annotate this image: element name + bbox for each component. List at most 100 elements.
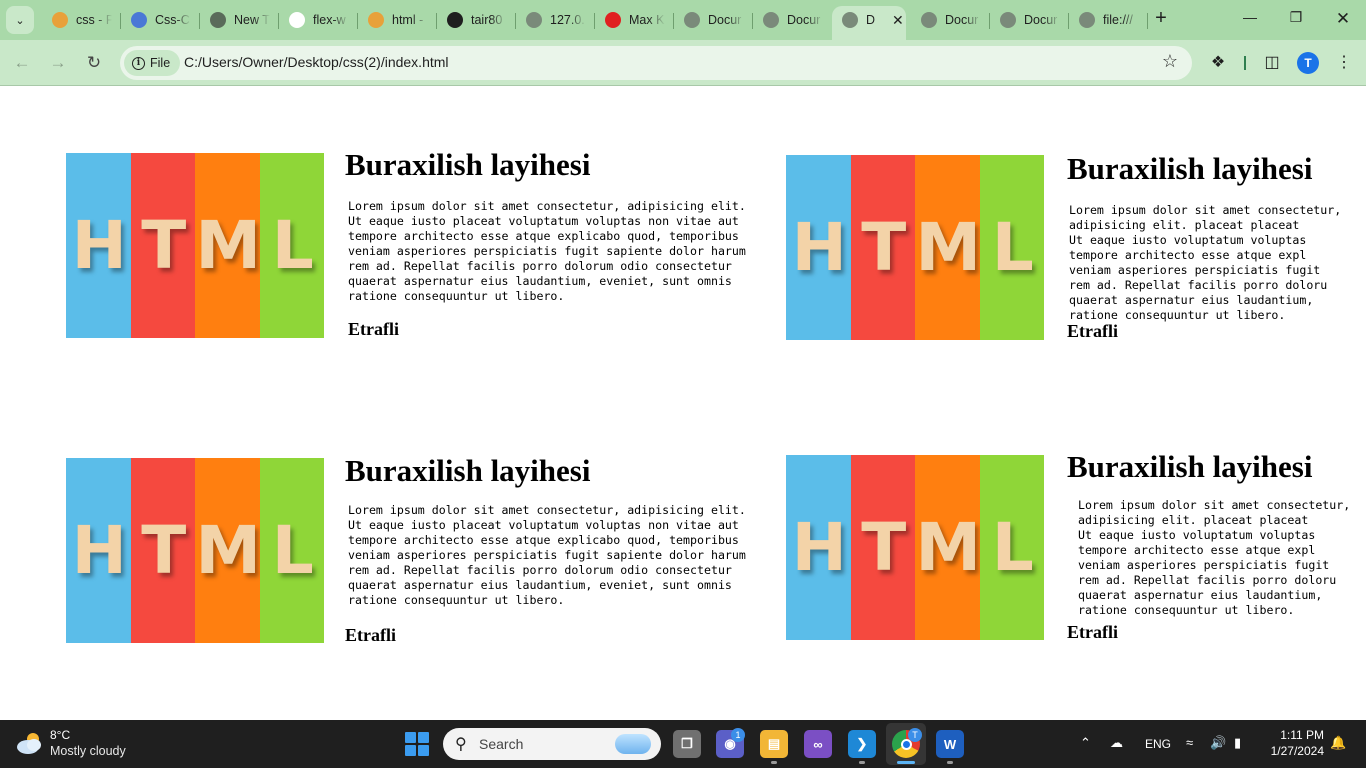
image-stripe: T: [130, 458, 195, 643]
word-icon[interactable]: W: [936, 730, 964, 758]
task-view-icon[interactable]: ❐: [673, 730, 701, 758]
browser-tab[interactable]: file:///: [1069, 7, 1147, 33]
browser-tab[interactable]: flex-w: [279, 7, 357, 33]
browser-tab[interactable]: New T: [200, 7, 278, 33]
notification-bell-icon[interactable]: 🔔: [1330, 735, 1346, 751]
weather-description[interactable]: Mostly cloudy: [50, 744, 126, 758]
globe-icon: [842, 12, 858, 28]
side-panel-icon[interactable]: ◫: [1261, 52, 1283, 74]
clock-date[interactable]: 1/27/2024: [1262, 744, 1324, 758]
address-bar[interactable]: i File C:/Users/Owner/Desktop/css(2)/ind…: [120, 46, 1192, 80]
battery-icon[interactable]: ▮: [1234, 735, 1241, 751]
volume-icon[interactable]: 🔊: [1210, 735, 1226, 751]
image-stripe: L: [259, 458, 324, 643]
image-letter: L: [271, 207, 314, 284]
page-content: H T M L Buraxilish layihesi Lorem ipsum dolor…: [0, 87, 1366, 720]
language-indicator[interactable]: ENG: [1145, 737, 1171, 751]
image-letter: T: [861, 509, 906, 586]
visual-studio-icon[interactable]: ∞: [804, 730, 832, 758]
image-stripe: M: [915, 155, 981, 340]
browser-tab[interactable]: html -: [358, 7, 436, 33]
image-letter: H: [791, 209, 847, 286]
image-letter: M: [915, 509, 981, 586]
browser-tab[interactable]: Docur: [674, 7, 752, 33]
image-stripe: L: [979, 455, 1044, 640]
browser-tab[interactable]: Max K: [595, 7, 673, 33]
restore-button[interactable]: ❐: [1286, 9, 1306, 29]
file-explorer-icon[interactable]: ▤: [760, 730, 788, 758]
browser-tab[interactable]: Docur: [911, 7, 989, 33]
image-stripe: T: [850, 155, 915, 340]
bookmark-star-icon[interactable]: ☆: [1162, 51, 1178, 72]
close-window-button[interactable]: ✕: [1333, 9, 1353, 29]
image-letter: L: [991, 509, 1034, 586]
tab-strip: ⌄ css - P Css-C New T flex-w html - tair80 127…: [0, 0, 1366, 40]
card-title: Buraxilish layihesi: [1067, 449, 1313, 484]
card-image-html: HTML: [786, 455, 1044, 640]
globe-icon: [1000, 12, 1016, 28]
tray-chevron-icon[interactable]: ⌃: [1080, 735, 1091, 751]
tab-separator: [1147, 13, 1148, 29]
browser-tab[interactable]: Docur: [753, 7, 831, 33]
image-stripe: H: [66, 458, 131, 643]
globe-icon: [1079, 12, 1095, 28]
url-text[interactable]: C:/Users/Owner/Desktop/css(2)/index.html: [184, 54, 449, 70]
globe-icon: [921, 12, 937, 28]
card-more-link[interactable]: Etrafli: [1067, 321, 1118, 342]
tab-title: D: [866, 13, 876, 27]
windows-start-icon[interactable]: [405, 732, 429, 756]
tab-search-button[interactable]: ⌄: [6, 6, 34, 34]
minimize-button[interactable]: —: [1240, 9, 1260, 29]
image-letter: H: [71, 512, 127, 589]
browser-tab[interactable]: 127.0.: [516, 7, 594, 33]
profile-avatar[interactable]: T: [1297, 52, 1319, 74]
forward-button[interactable]: →: [46, 51, 70, 75]
browser-toolbar: ← → ↻ i File C:/Users/Owner/Desktop/css(…: [0, 40, 1366, 86]
site-info-chip[interactable]: i File: [124, 50, 181, 76]
browser-tab[interactable]: Docur: [990, 7, 1068, 33]
reload-button[interactable]: ↻: [82, 51, 106, 75]
tab-title: Max K: [629, 13, 665, 27]
image-letter: H: [791, 509, 847, 586]
card-more-link[interactable]: Etrafli: [1067, 622, 1118, 643]
tab-title: tair80: [471, 13, 503, 27]
close-tab-icon[interactable]: ✕: [892, 12, 904, 29]
browser-tab[interactable]: Css-C: [121, 7, 199, 33]
card-more-link[interactable]: Etrafli: [345, 625, 396, 646]
onedrive-cloud-icon[interactable]: ☁: [1110, 735, 1123, 751]
html-icon: [368, 12, 384, 28]
back-button[interactable]: ←: [10, 51, 34, 75]
running-indicator: [947, 761, 953, 764]
chrome-icon: [210, 12, 226, 28]
tab-title: New T: [234, 13, 270, 27]
extensions-icon[interactable]: ❖: [1207, 52, 1229, 74]
weather-temperature[interactable]: 8°C: [50, 728, 70, 742]
wifi-icon[interactable]: ≈: [1186, 735, 1193, 750]
classroom-icon: [131, 12, 147, 28]
browser-tab[interactable]: css - P: [42, 7, 120, 33]
card-description: Lorem ipsum dolor sit amet consectetur, …: [348, 503, 746, 607]
css-icon: [52, 12, 68, 28]
browser-tab[interactable]: D ✕: [832, 6, 906, 40]
chrome-profile-badge: T: [908, 728, 922, 742]
card-description: Lorem ipsum dolor sit amet consectetur, …: [1069, 203, 1342, 322]
windows-taskbar: 8°C Mostly cloudy ⚲ Search ❐ ◉ 1 ▤ ∞ ❯ T…: [0, 720, 1366, 768]
browser-tab[interactable]: tair80: [437, 7, 515, 33]
card-more-link[interactable]: Etrafli: [348, 319, 399, 340]
tab-title: flex-w: [313, 13, 346, 27]
image-letter: T: [141, 207, 186, 284]
image-stripe: L: [979, 155, 1044, 340]
vscode-icon[interactable]: ❯: [848, 730, 876, 758]
image-stripe: L: [259, 153, 324, 338]
github-icon: [447, 12, 463, 28]
toolbar-divider: [1244, 56, 1246, 70]
taskbar-search[interactable]: ⚲ Search: [443, 728, 661, 760]
new-tab-button[interactable]: +: [1150, 8, 1172, 30]
partly-cloudy-icon[interactable]: [16, 730, 44, 756]
tab-title: Docur: [1024, 13, 1058, 27]
menu-kebab-icon[interactable]: ⋮: [1333, 52, 1355, 74]
clock-time[interactable]: 1:11 PM: [1268, 728, 1324, 742]
site-info-label: File: [150, 56, 171, 70]
tab-title: Css-C: [155, 13, 190, 27]
image-letter: T: [141, 512, 186, 589]
